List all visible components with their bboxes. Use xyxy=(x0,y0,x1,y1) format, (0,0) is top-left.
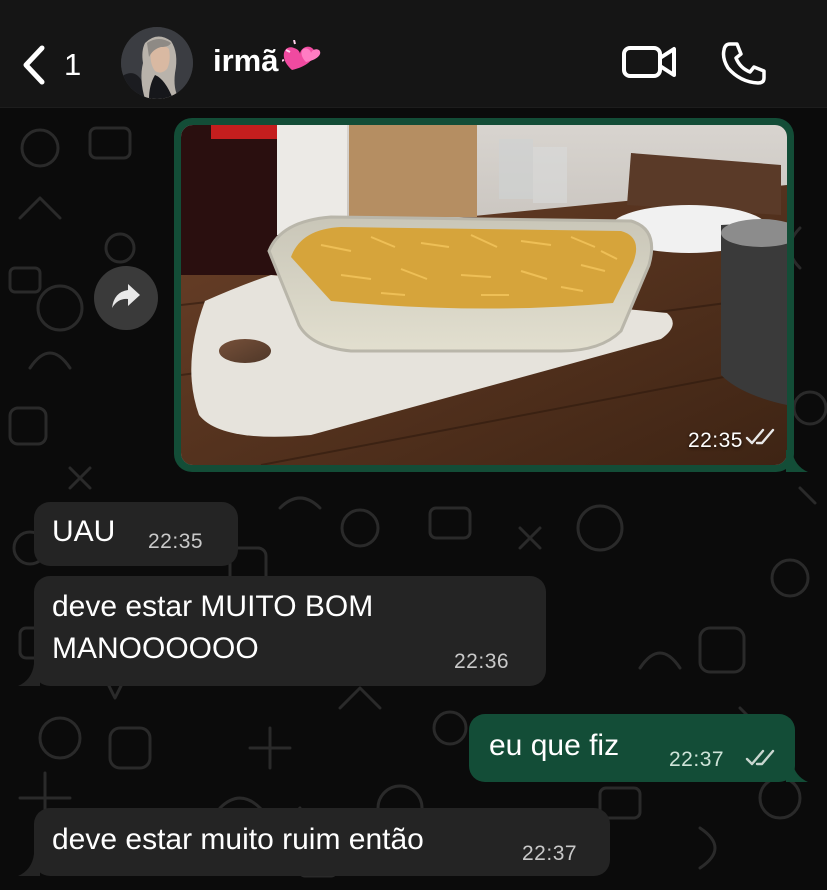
incoming-message[interactable]: deve estar muito ruim então 22:37 xyxy=(34,808,610,876)
message-time: 22:35 xyxy=(148,530,204,553)
message-text: UAU xyxy=(52,515,116,548)
avatar[interactable] xyxy=(121,27,193,99)
phone-icon xyxy=(720,42,768,90)
photo-message[interactable]: 22:35 xyxy=(174,118,794,472)
double-check-icon xyxy=(745,428,775,451)
chevron-left-icon xyxy=(20,45,46,85)
contact-name-text: irmã xyxy=(213,43,279,78)
video-camera-icon xyxy=(620,46,678,88)
back-button[interactable]: 1 xyxy=(20,42,90,88)
bubble-tail xyxy=(18,664,40,686)
video-call-button[interactable] xyxy=(620,40,678,89)
unread-count: 1 xyxy=(64,47,82,82)
contact-name[interactable]: irmã xyxy=(213,39,322,82)
message-text-line2: MANOOOOOO xyxy=(52,632,259,665)
message-text: eu que fiz xyxy=(489,729,620,762)
outgoing-message[interactable]: eu que fiz 22:37 xyxy=(469,714,795,782)
forward-arrow-icon xyxy=(110,282,142,315)
bubble-tail xyxy=(786,760,808,782)
message-text: deve estar muito ruim então xyxy=(52,823,424,856)
bubble-tail xyxy=(18,854,40,876)
message-time: 22:36 xyxy=(454,650,510,673)
chat-area[interactable]: 22:35 UAU 22:35 deve estar MUITO BOM MAN… xyxy=(0,108,827,890)
food-photo[interactable]: 22:35 xyxy=(181,125,787,465)
forward-button[interactable] xyxy=(94,266,158,330)
chat-header: 1 irmã xyxy=(0,0,827,108)
message-time: 22:35 xyxy=(687,429,743,452)
incoming-message[interactable]: UAU 22:35 xyxy=(34,502,238,566)
message-time: 22:37 xyxy=(522,842,578,865)
message-text-line1: deve estar MUITO BOM xyxy=(52,590,374,623)
incoming-message[interactable]: deve estar MUITO BOM MANOOOOOO 22:36 xyxy=(34,576,546,686)
double-check-icon xyxy=(745,749,775,772)
message-time: 22:37 xyxy=(669,748,725,771)
bubble-tail xyxy=(786,450,808,472)
two-hearts-icon xyxy=(281,39,322,82)
voice-call-button[interactable] xyxy=(720,40,768,91)
